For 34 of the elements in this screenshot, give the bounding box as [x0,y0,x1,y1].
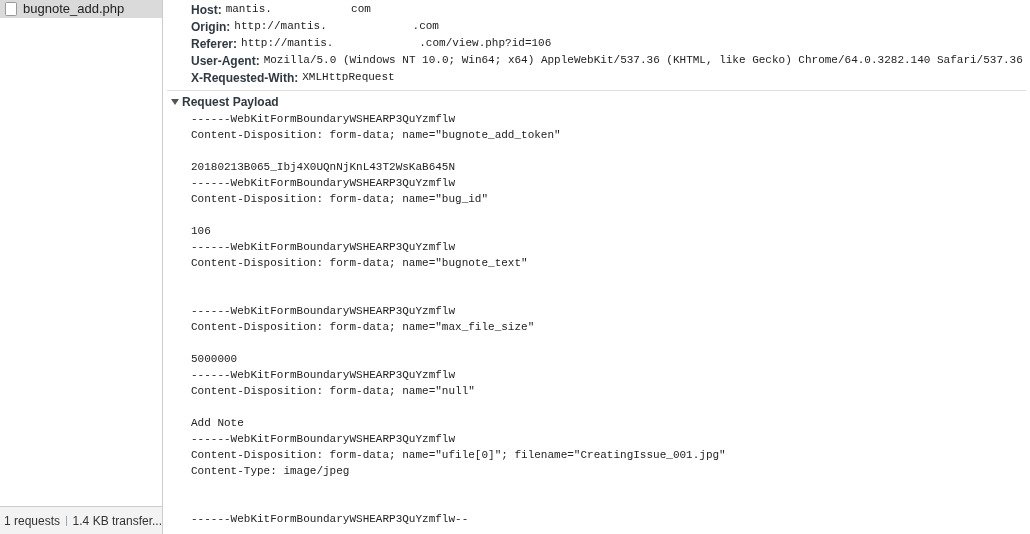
header-name: X-Requested-With: [191,69,299,87]
payload-line: ------WebKitFormBoundaryWSHEARP3QuYzmflw [191,112,456,127]
payload-line: ------WebKitFormBoundaryWSHEARP3QuYzmflw [191,368,456,383]
payload-line: 5000000 [191,352,238,367]
payload-line: Content-Disposition: form-data; name="bugnote_add_token" [191,128,561,143]
payload-line: ------WebKitFormBoundaryWSHEARP3QuYzmflw [191,304,456,319]
payload-line: Content-Disposition: form-data; name="max_file_size" [191,320,535,335]
payload-line: Content-Type: image/jpeg [191,464,350,479]
header-name: Referer: [191,35,238,53]
payload-line: 20180213B065_Ibj4X0UQnNjKnL43T2WsKaB645N [191,160,456,175]
payload-line: Content-Disposition: form-data; name="bug_id" [191,192,489,207]
transferred-size: 1.4 KB transfer... [72,512,162,530]
header-name: User-Agent: [191,52,260,70]
header-value: mantis. com [225,2,371,18]
payload-line: ------WebKitFormBoundaryWSHEARP3QuYzmflw [191,432,456,447]
payload-line: ------WebKitFormBoundaryWSHEARP3QuYzmflw [191,240,456,255]
triangle-icon [171,98,179,106]
header-name: Origin: [191,18,231,36]
header-value: Mozilla/5.0 (Windows NT 10.0; Win64; x64) AppleWebKit/537.36 (KHTML, like Gecko) Chrome/64.0.3282.140 Safari/537.36 [263,53,1023,69]
payload-line: Content-Disposition: form-data; name="null" [191,384,475,399]
request-row[interactable]: bugnote_add.php [0,0,162,18]
file-icon [5,2,17,16]
payload-line: Add Note [191,416,244,431]
header-name: Host: [191,1,222,19]
payload-line: Content-Disposition: form-data; name="ufile[0]"; filename="CreatingIssue_001.jpg" [191,448,726,463]
payload-line: 106 [191,224,211,239]
payload-line: ------WebKitFormBoundaryWSHEARP3QuYzmflw-- [191,512,469,527]
header-value: http://mantis. .com [234,19,439,35]
payload-line: Content-Disposition: form-data; name="bugnote_text" [191,256,528,271]
header-value: XMLHttpRequest [302,70,395,86]
payload-line: ------WebKitFormBoundaryWSHEARP3QuYzmflw [191,176,456,191]
section-header[interactable]: Request Payload [171,94,279,110]
header-value: http://mantis. .com/view.php?id=106 [241,36,552,52]
request-count: 1 requests [4,512,61,530]
